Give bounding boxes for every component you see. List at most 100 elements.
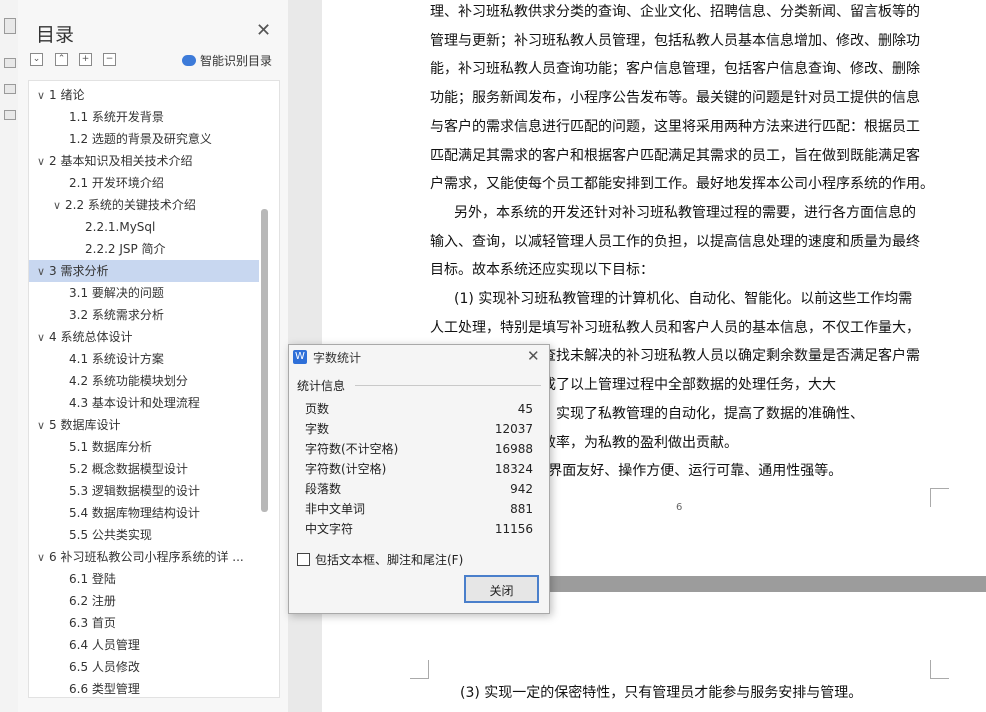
chevron-down-icon[interactable]: ∨ bbox=[53, 195, 65, 216]
nav-icon[interactable] bbox=[4, 18, 16, 34]
doc-line: 输入、查询，以减轻管理人员工作的负担，以提高信息处理的速度和质量为最终 bbox=[430, 233, 920, 250]
toc-item[interactable]: 4.1 系统设计方案 bbox=[29, 348, 259, 370]
toc-item-label: 3.2 系统需求分析 bbox=[69, 308, 164, 322]
stat-row: 非中文单词 881 bbox=[305, 499, 533, 519]
close-button[interactable]: 关闭 bbox=[464, 575, 539, 603]
stat-value: 881 bbox=[510, 502, 533, 516]
toc-close-icon[interactable]: ✕ bbox=[256, 20, 271, 41]
stat-row: 字符数(计空格) 18324 bbox=[305, 459, 533, 479]
crop-mark bbox=[930, 488, 949, 507]
nav-icon[interactable] bbox=[4, 58, 16, 68]
stats-section-label: 统计信息 bbox=[297, 379, 346, 393]
expand-up-icon[interactable]: ⌃ bbox=[55, 53, 68, 66]
toc-item-label: 5.3 逻辑数据模型的设计 bbox=[69, 484, 200, 498]
include-textbox-checkbox[interactable]: 包括文本框、脚注和尾注(F) bbox=[297, 551, 463, 568]
toc-item[interactable]: ∨ 4 系统总体设计 bbox=[29, 326, 259, 348]
toc-item[interactable]: 4.3 基本设计和处理流程 bbox=[29, 392, 259, 414]
toc-item[interactable]: ∨ 6 补习班私教公司小程序系统的详 ... bbox=[29, 546, 259, 568]
toc-item-label: 5.5 公共类实现 bbox=[69, 528, 152, 542]
smart-toc-label: 智能识别目录 bbox=[200, 54, 273, 68]
checkbox-label: 包括文本框、脚注和尾注(F) bbox=[315, 553, 464, 567]
toc-item[interactable]: 2.2.1.MySql bbox=[29, 216, 259, 238]
page-number: 6 bbox=[676, 502, 683, 513]
toc-item-label: 4.1 系统设计方案 bbox=[69, 352, 164, 366]
stat-label: 非中文单词 bbox=[305, 502, 366, 516]
stat-row: 段落数 942 bbox=[305, 479, 533, 499]
toc-item-label: 2 基本知识及相关技术介绍 bbox=[49, 154, 193, 168]
doc-line: 匹配满足其需求的客户和根据客户匹配满足其需求的员工，旨在做到既能满足客 bbox=[430, 147, 920, 164]
chevron-down-icon[interactable]: ∨ bbox=[37, 85, 49, 106]
doc-line: 户需求，又能使每个员工都能安排到工作。最好地发挥本公司小程序系统的作用。 bbox=[430, 176, 934, 193]
toc-item-label: 6.2 注册 bbox=[69, 594, 116, 608]
toc-item-label: 3 需求分析 bbox=[49, 264, 109, 278]
toc-item-label: 6.1 登陆 bbox=[69, 572, 116, 586]
doc-line: (3) 实现一定的保密特性，只有管理员才能参与服务安排与管理。 bbox=[460, 685, 863, 701]
toc-item[interactable]: ∨ 1 绪论 bbox=[29, 84, 259, 106]
stat-row: 中文字符 11156 bbox=[305, 519, 533, 539]
toc-item[interactable]: 5.1 数据库分析 bbox=[29, 436, 259, 458]
toc-item[interactable]: 6.2 注册 bbox=[29, 590, 259, 612]
toc-item-label: 2.1 开发环境介绍 bbox=[69, 176, 164, 190]
toc-item-label: 6.5 人员修改 bbox=[69, 660, 140, 674]
toc-item[interactable]: ∨ 2.2 系统的关键技术介绍 bbox=[29, 194, 243, 216]
toc-item[interactable]: 1.1 系统开发背景 bbox=[29, 106, 259, 128]
toc-item[interactable]: 5.5 公共类实现 bbox=[29, 524, 259, 546]
chevron-down-icon[interactable]: ∨ bbox=[37, 327, 49, 348]
doc-line: 功能；服务新闻发布，小程序公告发布等。最关键的问题是针对员工提供的信息 bbox=[430, 90, 920, 107]
toc-item[interactable]: 6.6 类型管理 bbox=[29, 678, 259, 697]
collapse-all-icon[interactable]: ⌄ bbox=[30, 53, 43, 66]
crop-mark bbox=[410, 660, 429, 679]
stat-value: 45 bbox=[517, 402, 533, 416]
toc-item[interactable]: 3.2 系统需求分析 bbox=[29, 304, 259, 326]
toc-item[interactable]: 5.3 逻辑数据模型的设计 bbox=[29, 480, 259, 502]
checkbox-box[interactable] bbox=[297, 553, 310, 566]
chevron-down-icon[interactable]: ∨ bbox=[37, 547, 49, 568]
toc-list: ∨ 1 绪论 1.1 系统开发背景 1.2 选题的背景及研究意义 ∨ 2 基本知识及相关技… bbox=[28, 80, 280, 698]
toc-item-label: 5 数据库设计 bbox=[49, 418, 121, 432]
stat-label: 段落数 bbox=[305, 482, 342, 496]
toc-item-label: 4.2 系统功能模块划分 bbox=[69, 374, 188, 388]
toc-item-label: 2.2 系统的关键技术介绍 bbox=[65, 198, 196, 212]
toc-item[interactable]: 3.1 要解决的问题 bbox=[29, 282, 259, 304]
toc-panel: 目录 ✕ ⌄ ⌃ + − 智能识别目录 ∨ 1 绪论 1.1 系统开发背景 1.2 选… bbox=[18, 0, 288, 712]
stat-label: 中文字符 bbox=[305, 522, 354, 536]
stat-value: 942 bbox=[510, 482, 533, 496]
doc-line: (1) 实现补习班私教管理的计算机化、自动化、智能化。以前这些工作均需 bbox=[454, 291, 913, 307]
toc-item-label: 5.1 数据库分析 bbox=[69, 440, 152, 454]
smart-toc-button[interactable]: 智能识别目录 bbox=[182, 52, 272, 69]
nav-icon[interactable] bbox=[4, 84, 16, 94]
word-count-dialog: W 字数统计 ✕ 统计信息 页数 45 字数 12037 字符数(不计空格) 16988 字… bbox=[288, 344, 550, 614]
chevron-down-icon[interactable]: ∨ bbox=[37, 151, 49, 172]
toc-item[interactable]: 5.4 数据库物理结构设计 bbox=[29, 502, 259, 524]
toc-item-label: 2.2.1.MySql bbox=[85, 220, 156, 234]
stat-label: 字数 bbox=[305, 422, 330, 436]
chevron-down-icon[interactable]: ∨ bbox=[37, 415, 49, 436]
toc-title: 目录 bbox=[36, 24, 75, 46]
remove-heading-icon[interactable]: − bbox=[103, 53, 116, 66]
toc-item[interactable]: 2.2.2 JSP 简介 bbox=[29, 238, 259, 260]
toc-item[interactable]: ∨ 5 数据库设计 bbox=[29, 414, 259, 436]
stat-value: 11156 bbox=[494, 522, 533, 536]
chevron-down-icon[interactable]: ∨ bbox=[37, 261, 49, 282]
toc-item[interactable]: 6.1 登陆 bbox=[29, 568, 259, 590]
toc-scrollbar[interactable] bbox=[261, 209, 268, 512]
nav-icon[interactable] bbox=[4, 110, 16, 120]
section-divider bbox=[355, 385, 541, 386]
toc-item[interactable]: 2.1 开发环境介绍 bbox=[29, 172, 259, 194]
doc-line: 能，补习班私教人员查询功能；客户信息管理，包括客户信息查询、修改、删除 bbox=[430, 61, 920, 78]
toc-item[interactable]: 6.3 首页 bbox=[29, 612, 259, 634]
stat-value: 12037 bbox=[494, 422, 533, 436]
toc-item[interactable]: 5.2 概念数据模型设计 bbox=[29, 458, 259, 480]
toc-item[interactable]: ∨ 3 需求分析 bbox=[29, 260, 259, 282]
toc-item[interactable]: 6.4 人员管理 bbox=[29, 634, 259, 656]
doc-line: 与客户的需求信息进行匹配的问题，这里将采用两种方法来进行匹配：根据员工 bbox=[430, 118, 920, 135]
toc-item[interactable]: 6.5 人员修改 bbox=[29, 656, 259, 678]
toc-item-label: 4 系统总体设计 bbox=[49, 330, 133, 344]
dialog-close-icon[interactable]: ✕ bbox=[527, 347, 540, 365]
doc-line: 理、补习班私教供求分类的查询、企业文化、招聘信息、分类新闻、留言板等的 bbox=[430, 4, 920, 20]
toc-item[interactable]: 1.2 选题的背景及研究意义 bbox=[29, 128, 259, 150]
stat-value: 16988 bbox=[494, 442, 533, 456]
toc-item[interactable]: 4.2 系统功能模块划分 bbox=[29, 370, 259, 392]
toc-item[interactable]: ∨ 2 基本知识及相关技术介绍 bbox=[29, 150, 259, 172]
add-heading-icon[interactable]: + bbox=[79, 53, 92, 66]
